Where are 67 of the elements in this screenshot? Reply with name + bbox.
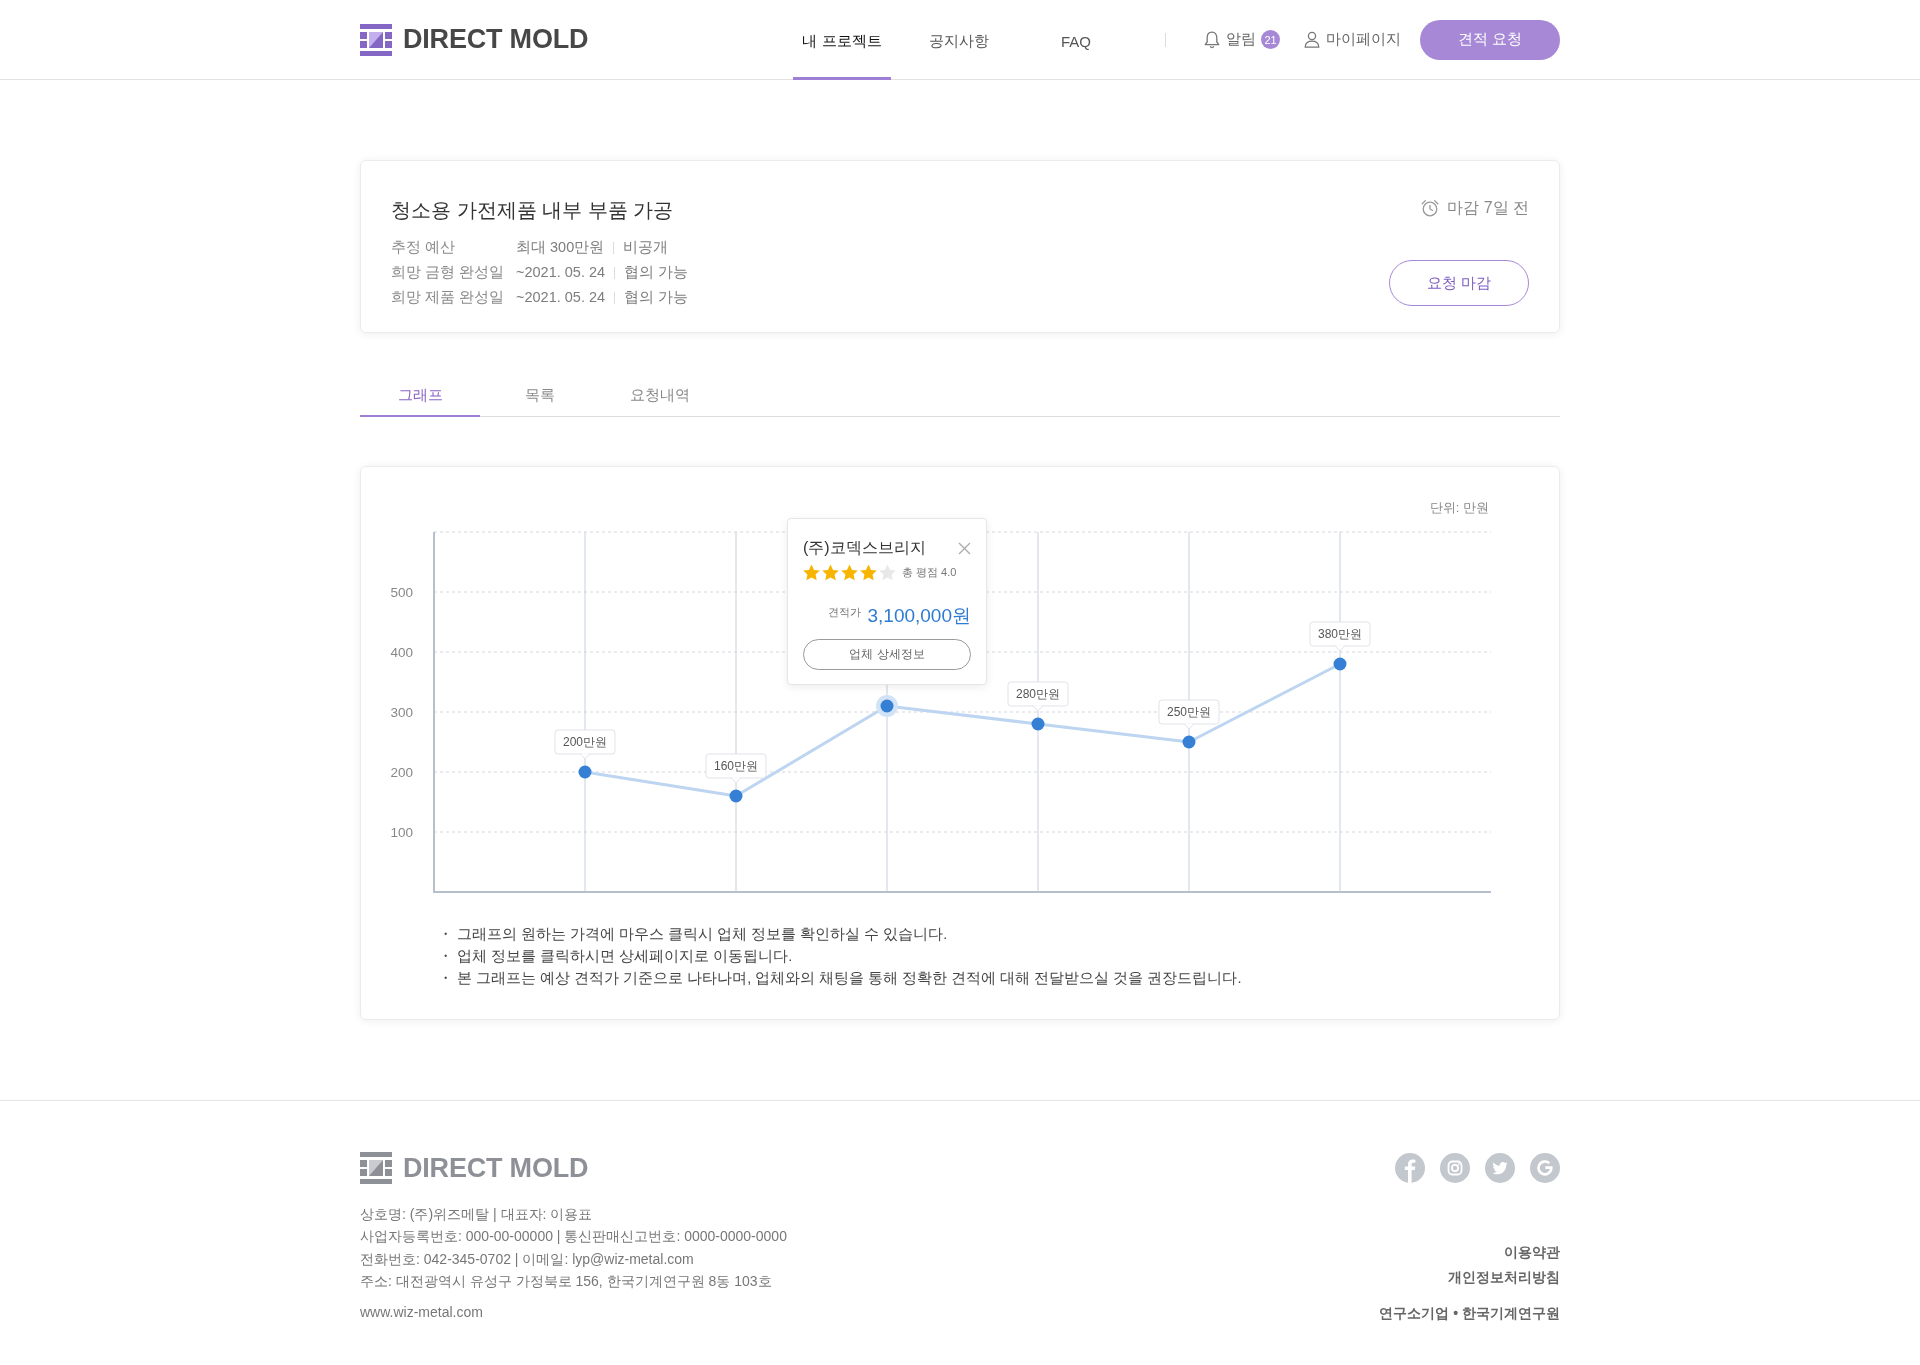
company-name: (주)코덱스브리지 (803, 538, 926, 558)
project-title: 청소용 가전제품 내부 부품 가공 (391, 198, 675, 223)
price-value: 3,100,000원 (867, 604, 971, 628)
data-point[interactable] (1182, 735, 1196, 749)
data-point[interactable] (1031, 717, 1045, 731)
note-text: ・ 그래프의 원하는 가격에 마우스 클릭시 업체 정보를 확인하실 수 있습니다. (438, 925, 948, 944)
tab[interactable]: 요청내역 (600, 375, 720, 417)
company-info-text: 상호명: (주)위즈메탈 | 대표자: 이용표 (360, 1205, 593, 1224)
star-icon (860, 563, 877, 581)
close-request-button[interactable]: 요청 마감 (1389, 260, 1529, 306)
detail-label: 희망 금형 완성일 (391, 263, 506, 282)
alarm-clock-icon (1420, 198, 1441, 218)
logo-icon (360, 1152, 392, 1184)
logo-text: DIRECT MOLD (403, 24, 589, 55)
data-point[interactable] (578, 765, 592, 779)
value-label: 380만원 (1309, 621, 1371, 652)
tab[interactable]: 목록 (480, 375, 600, 417)
person-icon (1304, 31, 1320, 48)
detail-note: 비공개 (623, 238, 669, 257)
detail-label: 희망 제품 완성일 (391, 288, 506, 307)
value-label: 200만원 (554, 729, 616, 760)
footer-logo-text: DIRECT MOLD (403, 1152, 589, 1184)
y-axis-label: 500 (390, 585, 413, 600)
notification-count: 21 (1261, 30, 1280, 49)
affiliation-text: 연구소기업 • 한국기계연구원 (1379, 1304, 1560, 1323)
footer-link[interactable]: 개인정보처리방침 (1448, 1265, 1560, 1290)
footer-link[interactable]: 이용약관 (1504, 1240, 1560, 1265)
note-text: ・ 본 그래프는 예상 견적가 기준으로 나타나며, 업체와의 채팅을 통해 정확한 견적에 대해 전달받으실 것을 권장드립니다. (438, 969, 1242, 988)
deadline-text: 마감 7일 전 (1447, 198, 1529, 218)
price-label: 견적가 (828, 605, 862, 620)
detail-value: 최대 300만원 (516, 238, 605, 257)
website-link[interactable]: www.wiz-metal.com (360, 1301, 483, 1324)
star-icon (841, 563, 858, 581)
note-text: ・ 업체 정보를 클릭하시면 상세페이지로 이동됩니다. (438, 947, 793, 966)
quote-request-button[interactable]: 견적 요청 (1420, 19, 1560, 60)
data-point[interactable] (729, 789, 743, 803)
nav-link[interactable]: FAQ (1027, 0, 1125, 80)
company-detail-button[interactable]: 업체 상세정보 (803, 639, 971, 670)
value-label: 160만원 (705, 753, 767, 784)
y-axis-label: 200 (390, 765, 413, 780)
y-axis-label: 300 (390, 705, 413, 720)
rating-text: 총 평점 4.0 (902, 564, 957, 580)
tab[interactable]: 그래프 (360, 375, 480, 417)
value-label: 250만원 (1158, 699, 1220, 730)
star-icon (822, 563, 839, 581)
bell-icon (1204, 30, 1220, 49)
unit-label: 단위: 만원 (1429, 499, 1489, 517)
star-icon (803, 563, 820, 581)
logo-icon (360, 23, 392, 56)
company-info-text: 사업자등록번호: 000-00-00000 | 통신판매신고번호: 0000-0000-0000 (360, 1227, 787, 1247)
nav-link[interactable]: 공지사항 (910, 0, 1008, 80)
detail-value: ~2021. 05. 24 (516, 288, 606, 307)
data-point[interactable] (1333, 657, 1347, 671)
y-axis-label: 100 (390, 825, 413, 840)
company-info-text: 주소: 대전광역시 유성구 가정북로 156, 한국기계연구원 8동 103호 (360, 1271, 772, 1291)
detail-label: 추정 예산 (391, 238, 457, 257)
notifications-link[interactable]: 알림 (1204, 30, 1256, 49)
detail-note: 협의 가능 (624, 288, 689, 307)
company-info-text: 전화번호: 042-345-0702 | 이메일: lyp@wiz-metal.com (360, 1249, 694, 1269)
selected-data-point[interactable] (876, 695, 898, 717)
y-axis-label: 400 (390, 645, 413, 660)
nav-link[interactable]: 내 프로젝트 (793, 0, 891, 80)
value-label: 280만원 (1007, 681, 1069, 712)
mypage-link[interactable]: 마이페이지 (1304, 30, 1401, 49)
detail-value: ~2021. 05. 24 (516, 263, 606, 282)
close-icon[interactable] (958, 541, 971, 555)
detail-note: 협의 가능 (624, 263, 689, 282)
